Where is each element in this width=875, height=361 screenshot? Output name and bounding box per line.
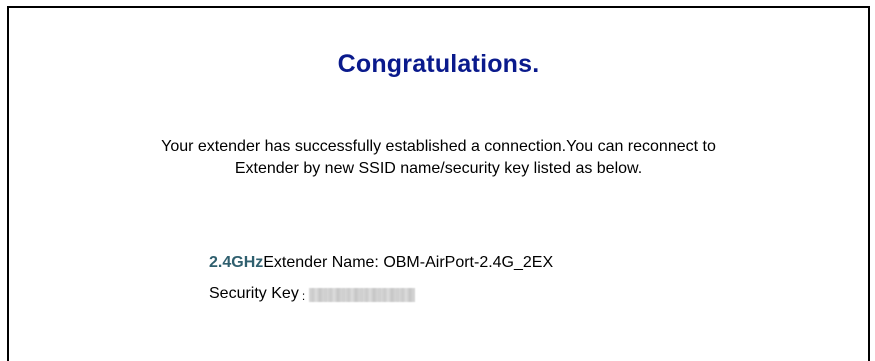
band-label: 2.4GHz	[209, 254, 264, 271]
security-key-separator: :	[301, 289, 306, 303]
security-key-row: Security Key:	[209, 283, 553, 305]
network-info: 2.4GHzExtender Name: OBM-AirPort-2.4G_2E…	[209, 252, 553, 305]
extender-name-row: 2.4GHzExtender Name: OBM-AirPort-2.4G_2E…	[209, 252, 553, 274]
success-message-line-1: Your extender has successfully establish…	[161, 138, 716, 155]
success-message: Your extender has successfully establish…	[29, 136, 848, 180]
success-message-line-2: Extender by new SSID name/security key l…	[234, 160, 643, 177]
security-key-value-redacted	[309, 288, 416, 302]
extender-name-label: Extender Name:	[263, 254, 379, 271]
page-title: Congratulations.	[337, 50, 540, 78]
extender-name-value: OBM-AirPort-2.4G_2EX	[383, 254, 554, 271]
security-key-label: Security Key	[209, 285, 299, 302]
success-panel: Congratulations. Your extender has succe…	[7, 6, 870, 361]
